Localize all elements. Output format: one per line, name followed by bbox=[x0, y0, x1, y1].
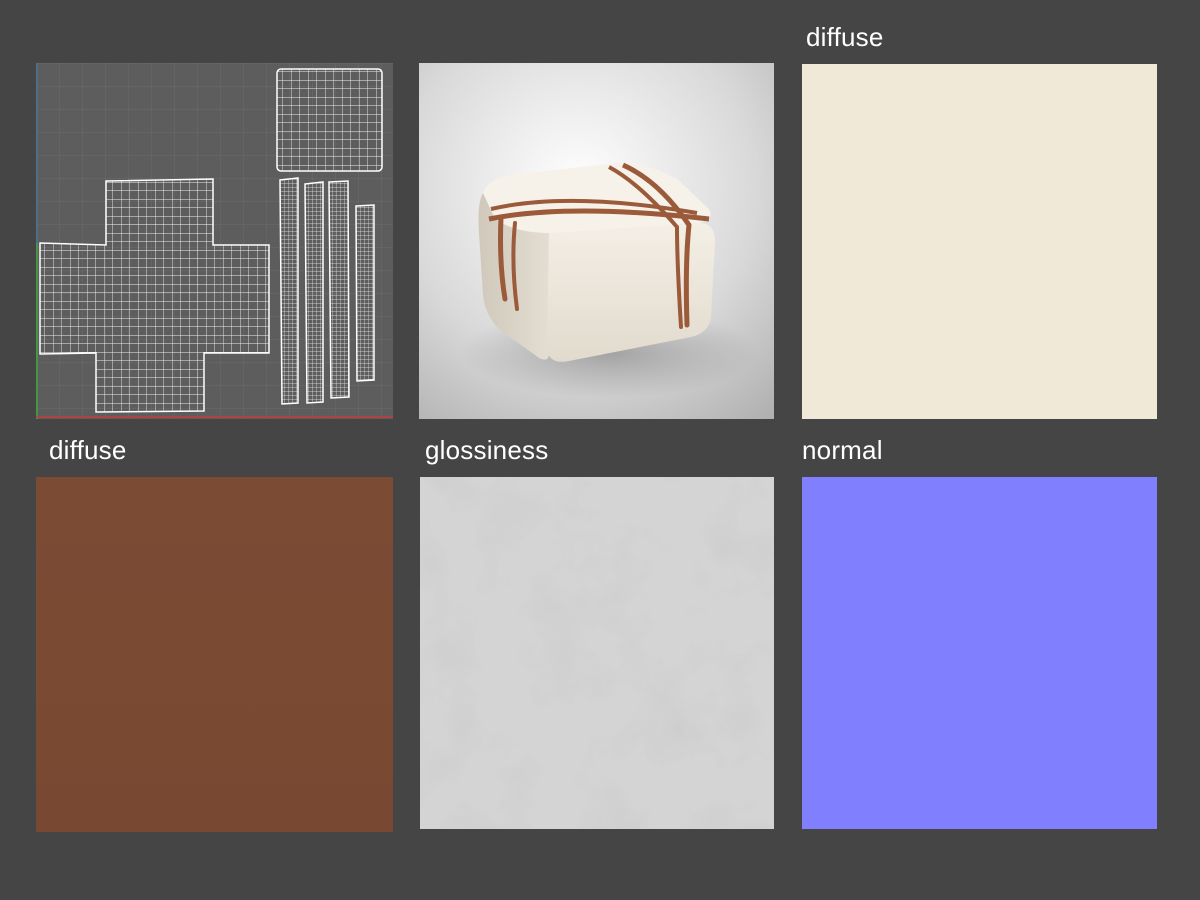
diffuse-label-bottom: diffuse bbox=[49, 435, 127, 465]
uv-island-top bbox=[276, 68, 383, 172]
normal-map-swatch bbox=[802, 477, 1157, 829]
diffuse-cream-swatch bbox=[802, 64, 1157, 419]
uv-layout-panel bbox=[36, 63, 393, 419]
render-preview-panel bbox=[419, 63, 774, 419]
normal-texture bbox=[802, 477, 1157, 829]
glossiness-swatch bbox=[420, 477, 774, 829]
cream-texture bbox=[802, 64, 1157, 419]
gift-box bbox=[478, 162, 715, 362]
diffuse-label-top: diffuse bbox=[806, 22, 884, 52]
diffuse-brown-swatch bbox=[36, 477, 393, 832]
uv-wireframe bbox=[36, 63, 393, 419]
brown-texture bbox=[36, 477, 393, 832]
glossiness-texture bbox=[420, 477, 774, 829]
normal-label: normal bbox=[802, 435, 883, 465]
glossiness-label: glossiness bbox=[425, 435, 549, 465]
gift-box-render bbox=[419, 63, 774, 419]
